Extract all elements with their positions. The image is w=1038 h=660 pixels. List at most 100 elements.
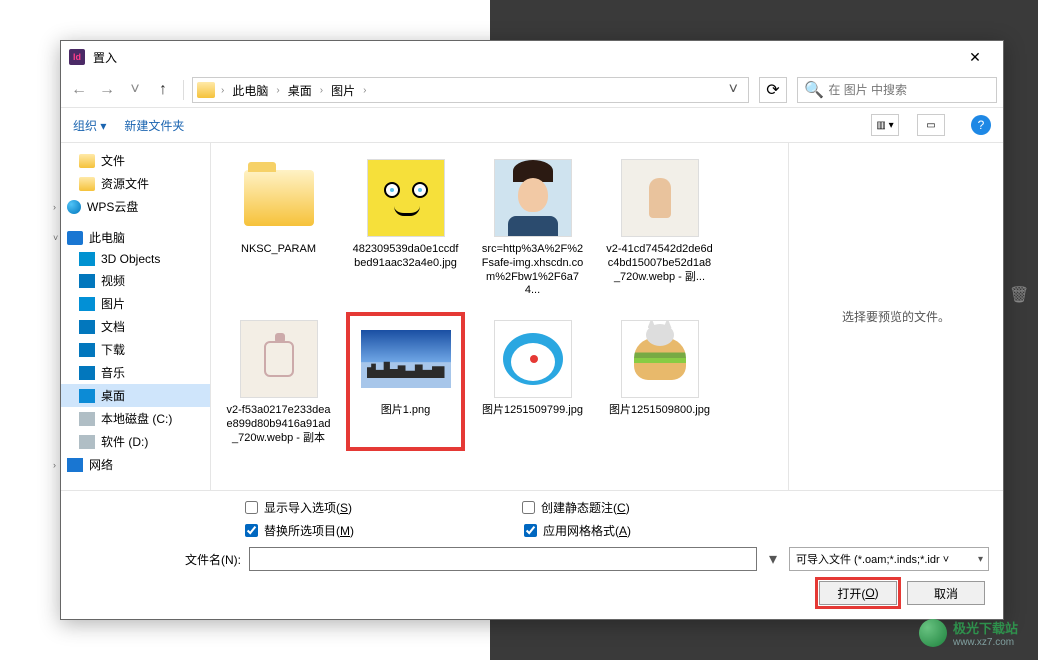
ico-dl bbox=[79, 343, 95, 357]
tree-item-label: 网络 bbox=[89, 456, 113, 473]
file-label: NKSC_PARAM bbox=[241, 243, 316, 257]
tree-item[interactable]: 图片 bbox=[61, 292, 210, 315]
file-item[interactable]: v2-41cd74542d2de6dc4bd15007be52d1a8_720w… bbox=[602, 153, 717, 302]
file-item[interactable]: NKSC_PARAM bbox=[221, 153, 336, 302]
cancel-button[interactable]: 取消 bbox=[907, 581, 985, 605]
ico-music bbox=[79, 366, 95, 380]
file-label: 图片1251509800.jpg bbox=[609, 404, 710, 418]
apply-grid-checkbox[interactable]: 应用网格格式(A) bbox=[524, 522, 631, 539]
watermark-url: www.xz7.com bbox=[953, 637, 1018, 648]
watermark: 极光下载站 www.xz7.com bbox=[919, 618, 1018, 648]
file-type-filter[interactable]: 可导入文件 (*.oam;*.inds;*.idr ˅ bbox=[789, 547, 989, 571]
tree-item[interactable]: 本地磁盘 (C:) bbox=[61, 407, 210, 430]
back-button[interactable]: ← bbox=[67, 78, 91, 102]
tree-item-label: WPS云盘 bbox=[87, 198, 138, 215]
tree-item-label: 此电脑 bbox=[89, 229, 125, 246]
tree-item[interactable]: ˅此电脑 bbox=[61, 226, 210, 249]
open-button[interactable]: 打开(O) bbox=[819, 581, 897, 605]
search-icon: 🔍 bbox=[804, 80, 824, 100]
ico-wps bbox=[67, 200, 81, 214]
forward-button[interactable]: → bbox=[95, 78, 119, 102]
checkbox-input[interactable] bbox=[245, 501, 258, 514]
tree-item[interactable]: ›网络 bbox=[61, 453, 210, 476]
preview-pane-button[interactable]: ▭ bbox=[917, 114, 945, 136]
file-label: v2-f53a0217e233deae899d80b9416a91ad_720w… bbox=[225, 404, 332, 445]
toolbar: 组织 ▾ 新建文件夹 ▥ ▾ ▭ ? bbox=[61, 107, 1003, 143]
file-label: 482309539da0e1ccdfbed91aac32a4e0.jpg bbox=[352, 243, 459, 271]
tree-item[interactable]: 桌面 bbox=[61, 384, 210, 407]
file-label: 图片1251509799.jpg bbox=[482, 404, 583, 418]
dialog-title: 置入 bbox=[93, 49, 955, 66]
ico-doc bbox=[79, 320, 95, 334]
breadcrumb-item[interactable]: 此电脑 bbox=[226, 79, 274, 102]
show-import-options-checkbox[interactable]: 显示导入选项(S) bbox=[245, 499, 352, 516]
ico-3d bbox=[79, 252, 95, 266]
tree-item-label: 资源文件 bbox=[101, 175, 149, 192]
file-item[interactable]: 图片1251509800.jpg bbox=[602, 314, 717, 449]
recent-dropdown[interactable]: ˅ bbox=[123, 78, 147, 102]
file-item[interactable]: 图片1.png bbox=[348, 314, 463, 449]
tree-item-label: 3D Objects bbox=[101, 252, 160, 266]
file-label: 图片1.png bbox=[381, 404, 431, 418]
watermark-icon bbox=[919, 619, 947, 647]
breadcrumb-dropdown[interactable]: ˅ bbox=[723, 81, 744, 99]
breadcrumb-item[interactable]: 桌面 bbox=[282, 79, 318, 102]
tree-item[interactable]: ›WPS云盘 bbox=[61, 195, 210, 218]
tree-item-label: 文件 bbox=[101, 152, 125, 169]
preview-pane: 选择要预览的文件。 bbox=[788, 143, 1003, 490]
ico-video bbox=[79, 274, 95, 288]
file-label: v2-41cd74542d2de6dc4bd15007be52d1a8_720w… bbox=[606, 243, 713, 284]
tree-item[interactable]: 视频 bbox=[61, 269, 210, 292]
new-folder-button[interactable]: 新建文件夹 bbox=[124, 117, 184, 134]
indesign-icon: Id bbox=[69, 49, 85, 65]
ico-folder bbox=[79, 154, 95, 168]
tree-item[interactable]: 资源文件 bbox=[61, 172, 210, 195]
tree-item[interactable]: 下载 bbox=[61, 338, 210, 361]
filename-dropdown[interactable]: ▾ bbox=[765, 549, 781, 569]
file-item[interactable]: 图片1251509799.jpg bbox=[475, 314, 590, 449]
organize-button[interactable]: 组织 ▾ bbox=[73, 117, 106, 134]
filename-input[interactable] bbox=[249, 547, 757, 571]
checkbox-input[interactable] bbox=[524, 524, 537, 537]
tree-item[interactable]: 软件 (D:) bbox=[61, 430, 210, 453]
create-caption-checkbox[interactable]: 创建静态题注(C) bbox=[522, 499, 630, 516]
ico-desk bbox=[79, 389, 95, 403]
tree-item-label: 文档 bbox=[101, 318, 125, 335]
watermark-name: 极光下载站 bbox=[953, 621, 1018, 636]
folder-tree[interactable]: 文件资源文件 ›WPS云盘 ˅此电脑 3D Objects 视频图片文档下载音乐桌面本地… bbox=[61, 143, 211, 490]
search-box[interactable]: 🔍 bbox=[797, 77, 997, 103]
chevron-icon: › bbox=[320, 85, 323, 96]
tree-item[interactable]: 文件 bbox=[61, 149, 210, 172]
tree-item-label: 图片 bbox=[101, 295, 125, 312]
file-list[interactable]: NKSC_PARAM 482309539da0e1ccdfbed91aac32a4… bbox=[211, 143, 788, 490]
file-item[interactable]: v2-f53a0217e233deae899d80b9416a91ad_720w… bbox=[221, 314, 336, 449]
close-button[interactable]: ✕ bbox=[955, 49, 995, 66]
chevron-icon: › bbox=[276, 85, 279, 96]
dialog-footer: 显示导入选项(S) 创建静态题注(C) 替换所选项目(M) 应用网格格式(A) … bbox=[61, 490, 1003, 619]
search-input[interactable] bbox=[828, 83, 990, 97]
file-item[interactable]: 482309539da0e1ccdfbed91aac32a4e0.jpg bbox=[348, 153, 463, 302]
tree-item-label: 视频 bbox=[101, 272, 125, 289]
tree-item[interactable]: 音乐 bbox=[61, 361, 210, 384]
refresh-button[interactable]: ⟳ bbox=[759, 77, 787, 103]
checkbox-input[interactable] bbox=[522, 501, 535, 514]
tree-item[interactable]: 3D Objects bbox=[61, 249, 210, 269]
tree-item-label: 音乐 bbox=[101, 364, 125, 381]
file-item[interactable]: src=http%3A%2F%2Fsafe-img.xhscdn.com%2Fb… bbox=[475, 153, 590, 302]
ico-pic bbox=[79, 297, 95, 311]
ico-disk bbox=[79, 412, 95, 426]
view-mode-button[interactable]: ▥ ▾ bbox=[871, 114, 899, 136]
up-button[interactable]: ↑ bbox=[151, 78, 175, 102]
checkbox-input[interactable] bbox=[245, 524, 258, 537]
place-dialog: Id 置入 ✕ ← → ˅ ↑ › 此电脑 › 桌面 › 图片 › ˅ ⟳ 🔍 … bbox=[60, 40, 1004, 620]
replace-selected-checkbox[interactable]: 替换所选项目(M) bbox=[245, 522, 354, 539]
ico-folder bbox=[79, 177, 95, 191]
breadcrumb-item[interactable]: 图片 bbox=[325, 79, 361, 102]
nav-bar: ← → ˅ ↑ › 此电脑 › 桌面 › 图片 › ˅ ⟳ 🔍 bbox=[61, 73, 1003, 107]
help-button[interactable]: ? bbox=[971, 115, 991, 135]
trash-icon[interactable]: 🗑 bbox=[1009, 285, 1029, 305]
breadcrumb[interactable]: › 此电脑 › 桌面 › 图片 › ˅ bbox=[192, 77, 749, 103]
filename-label: 文件名(N): bbox=[185, 551, 241, 568]
ico-pc bbox=[67, 231, 83, 245]
tree-item[interactable]: 文档 bbox=[61, 315, 210, 338]
